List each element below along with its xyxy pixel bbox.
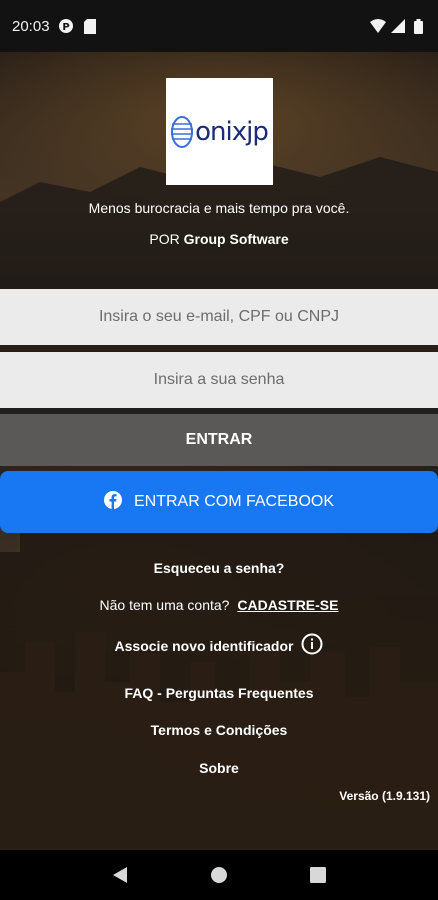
onixjp-logo: onixjp xyxy=(166,78,273,185)
login-button[interactable]: ENTRAR xyxy=(0,414,438,466)
recents-icon[interactable] xyxy=(306,863,330,887)
wifi-icon xyxy=(370,18,386,34)
byline-prefix: POR xyxy=(149,231,180,247)
back-icon[interactable] xyxy=(108,863,132,887)
email-field[interactable] xyxy=(0,289,438,345)
password-field[interactable] xyxy=(0,352,438,408)
email-field-container xyxy=(0,289,438,345)
facebook-login-button[interactable]: ENTRAR COM FACEBOOK xyxy=(0,471,438,533)
battery-icon xyxy=(410,18,426,34)
associate-identifier-link[interactable]: Associe novo identificador xyxy=(0,633,438,658)
forgot-password-link[interactable]: Esqueceu a senha? xyxy=(0,560,438,576)
byline-company: Group Software xyxy=(183,231,289,247)
info-icon[interactable] xyxy=(301,633,323,658)
version-label: Versão (1.9.131) xyxy=(339,789,430,803)
signup-link[interactable]: CADASTRE-SE xyxy=(237,597,338,613)
home-icon[interactable] xyxy=(207,863,231,887)
terms-link[interactable]: Termos e Condições xyxy=(0,722,438,738)
navigation-bar xyxy=(0,850,438,900)
about-link[interactable]: Sobre xyxy=(0,760,438,776)
facebook-icon xyxy=(103,490,122,514)
facebook-button-label: ENTRAR COM FACEBOOK xyxy=(133,493,335,510)
password-field-container xyxy=(0,352,438,408)
signup-row: Não tem uma conta? CADASTRE-SE xyxy=(0,597,438,613)
tagline: Menos burocracia e mais tempo pra você. xyxy=(88,200,350,216)
byline: POR Group Software xyxy=(0,231,438,247)
logo-globe-icon xyxy=(171,115,194,148)
logo-wordmark: onixjp xyxy=(195,116,269,147)
notification-app-icon: P xyxy=(58,18,74,34)
status-bar: 20:03 P xyxy=(0,0,438,52)
svg-text:P: P xyxy=(62,22,69,33)
status-time: 20:03 xyxy=(12,17,50,35)
signal-icon xyxy=(390,18,406,34)
associate-label: Associe novo identificador xyxy=(114,637,294,654)
no-account-text: Não tem uma conta? xyxy=(99,597,230,613)
faq-link[interactable]: FAQ - Perguntas Frequentes xyxy=(0,685,438,701)
sd-card-icon xyxy=(82,18,98,34)
